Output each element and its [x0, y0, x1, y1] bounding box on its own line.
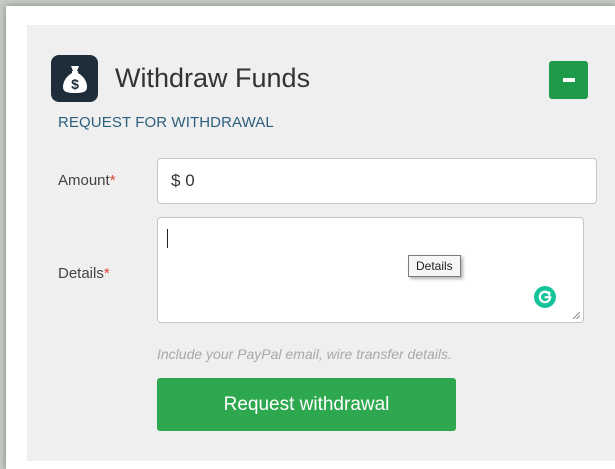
section-subtitle: REQUEST FOR WITHDRAWAL — [58, 114, 274, 131]
grammarly-icon[interactable] — [534, 286, 556, 308]
collapse-button[interactable] — [549, 61, 588, 99]
details-textarea[interactable]: Details — [157, 217, 584, 323]
resize-handle-icon[interactable] — [572, 311, 580, 319]
text-caret — [167, 229, 168, 248]
amount-label: Amount* — [58, 172, 116, 189]
amount-value: 0 — [185, 171, 195, 190]
withdraw-panel: $ Withdraw Funds REQUEST FOR WITHDRAWAL … — [27, 25, 615, 461]
minus-icon — [562, 78, 575, 82]
svg-text:$: $ — [71, 76, 79, 92]
details-hint: Include your PayPal email, wire transfer… — [157, 346, 452, 362]
currency-symbol: $ — [171, 171, 181, 190]
widget-title: Withdraw Funds — [115, 63, 311, 93]
widget-frame: $ Withdraw Funds REQUEST FOR WITHDRAWAL … — [6, 6, 615, 469]
amount-input[interactable]: $ 0 — [157, 158, 597, 204]
money-bag-icon: $ — [51, 55, 98, 102]
request-withdrawal-button[interactable]: Request withdrawal — [157, 378, 456, 431]
details-label-text: Details — [58, 265, 104, 282]
required-marker: * — [103, 265, 110, 282]
amount-label-text: Amount — [58, 172, 110, 189]
details-tooltip: Details — [408, 255, 461, 277]
required-marker: * — [109, 172, 116, 189]
details-label: Details* — [58, 265, 110, 282]
